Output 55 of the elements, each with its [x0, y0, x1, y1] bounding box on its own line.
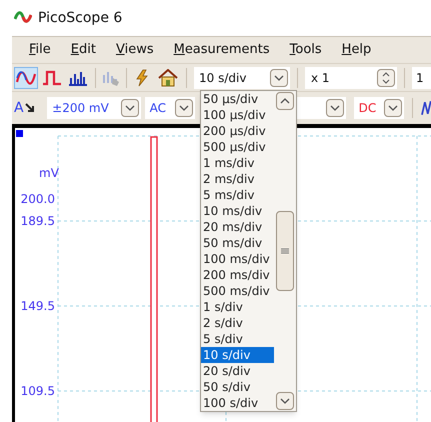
menu-item[interactable]: Views	[116, 40, 154, 60]
coupling-dropdown[interactable]: DC	[354, 97, 404, 119]
timebase-option[interactable]: 100 s/div	[201, 395, 274, 411]
scroll-thumb[interactable]	[276, 211, 294, 291]
timebase-option[interactable]: 200 ms/div	[201, 267, 274, 283]
timebase-option[interactable]: 100 ms/div	[201, 251, 274, 267]
timebase-option[interactable]: 2 s/div	[201, 315, 274, 331]
dropdown-caret-icon[interactable]	[120, 99, 139, 117]
timebase-option[interactable]: 2 ms/div	[201, 171, 274, 187]
axis-unit: mV	[39, 165, 59, 182]
spinner-icon[interactable]	[377, 68, 395, 86]
math-channel-icon[interactable]	[421, 100, 431, 116]
range-dropdown[interactable]: ±200 mV	[47, 97, 141, 119]
axis-label: 189.5	[20, 214, 55, 228]
multiplier-field[interactable]: x 1	[305, 66, 397, 88]
menu-item[interactable]: Help	[342, 40, 372, 60]
timebase-option[interactable]: 50 µs/div	[201, 91, 274, 107]
sample-count-field[interactable]: 1	[412, 66, 431, 88]
scroll-up-icon[interactable]	[276, 92, 294, 110]
axis-label: 200.0	[20, 192, 55, 206]
scroll-down-icon[interactable]	[276, 392, 294, 410]
menu-item[interactable]: Edit	[70, 40, 96, 60]
menu-item[interactable]: Tools	[290, 40, 322, 60]
timebase-option[interactable]: 5 s/div	[201, 331, 274, 347]
timebase-option[interactable]: 1 ms/div	[201, 155, 274, 171]
app-logo-icon	[14, 11, 32, 25]
timebase-option[interactable]: 20 s/div	[201, 363, 274, 379]
wave-icon[interactable]	[14, 66, 38, 88]
menu-item[interactable]: File	[29, 40, 51, 60]
scrollbar[interactable]	[274, 91, 296, 411]
timebase-dropdown[interactable]: 10 s/div	[194, 66, 290, 88]
axis-label: 149.5	[20, 299, 55, 313]
window-title: PicoScope 6	[38, 8, 122, 28]
dropdown-caret-icon[interactable]	[384, 99, 402, 117]
channel-button[interactable]: A	[14, 96, 44, 120]
coupling-dropdown[interactable]: AC	[144, 97, 196, 119]
timebase-option[interactable]: 500 µs/div	[201, 139, 274, 155]
cursor-arrow-icon	[24, 103, 35, 113]
timebase-option[interactable]: 10 s/div	[201, 347, 274, 363]
axis-label: 109.5	[20, 384, 55, 398]
channel-marker-icon	[16, 130, 23, 137]
dropdown-caret-icon[interactable]	[270, 68, 288, 86]
timebase-option[interactable]: 500 ms/div	[201, 283, 274, 299]
menu-item[interactable]: Measurements	[174, 40, 270, 60]
timebase-option[interactable]: 1 s/div	[201, 299, 274, 315]
timebase-option[interactable]: 20 ms/div	[201, 219, 274, 235]
timebase-option[interactable]: 100 µs/div	[201, 107, 274, 123]
home-icon[interactable]	[157, 68, 179, 86]
timebase-option[interactable]: 200 µs/div	[201, 123, 274, 139]
timebase-option[interactable]: 50 ms/div	[201, 235, 274, 251]
timebase-option[interactable]: 5 ms/div	[201, 187, 274, 203]
dropdown-caret-icon[interactable]	[175, 99, 194, 117]
dropdown-caret-icon[interactable]	[326, 99, 344, 117]
timebase-option[interactable]: 50 s/div	[201, 379, 274, 395]
timebase-option[interactable]: 10 ms/div	[201, 203, 274, 219]
